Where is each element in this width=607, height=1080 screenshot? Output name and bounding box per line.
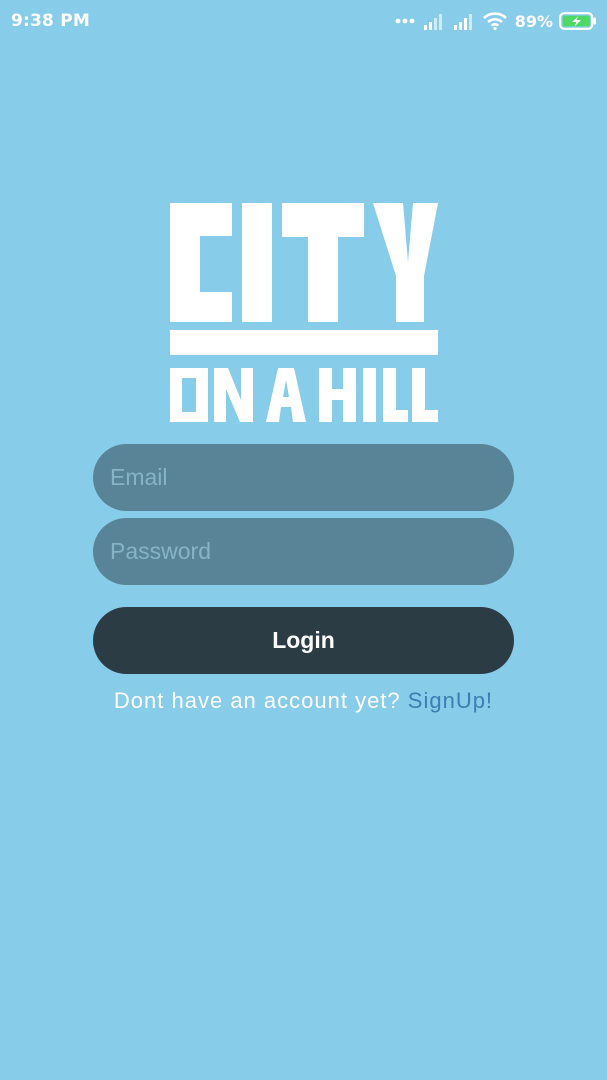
status-icons: 89% <box>395 10 597 32</box>
city-on-a-hill-logo <box>168 200 440 426</box>
login-button[interactable]: Login <box>93 607 514 674</box>
battery-charging-icon <box>559 12 596 30</box>
signup-prompt: Dont have an account yet? <box>113 688 401 713</box>
signal-icon <box>453 14 472 30</box>
password-input[interactable] <box>93 518 514 585</box>
email-input[interactable] <box>93 444 514 511</box>
wifi-icon <box>482 12 507 30</box>
signal-icon <box>423 14 442 30</box>
signup-prompt-line: Dont have an account yet? SignUp! <box>0 688 607 714</box>
signup-link[interactable]: SignUp! <box>408 688 493 713</box>
dots-icon <box>395 18 415 24</box>
status-bar: 9:38 PM 89% <box>0 0 607 42</box>
logo-mark <box>170 203 438 422</box>
battery-percent: 89% <box>514 11 553 31</box>
status-time: 9:38 PM <box>11 11 90 31</box>
